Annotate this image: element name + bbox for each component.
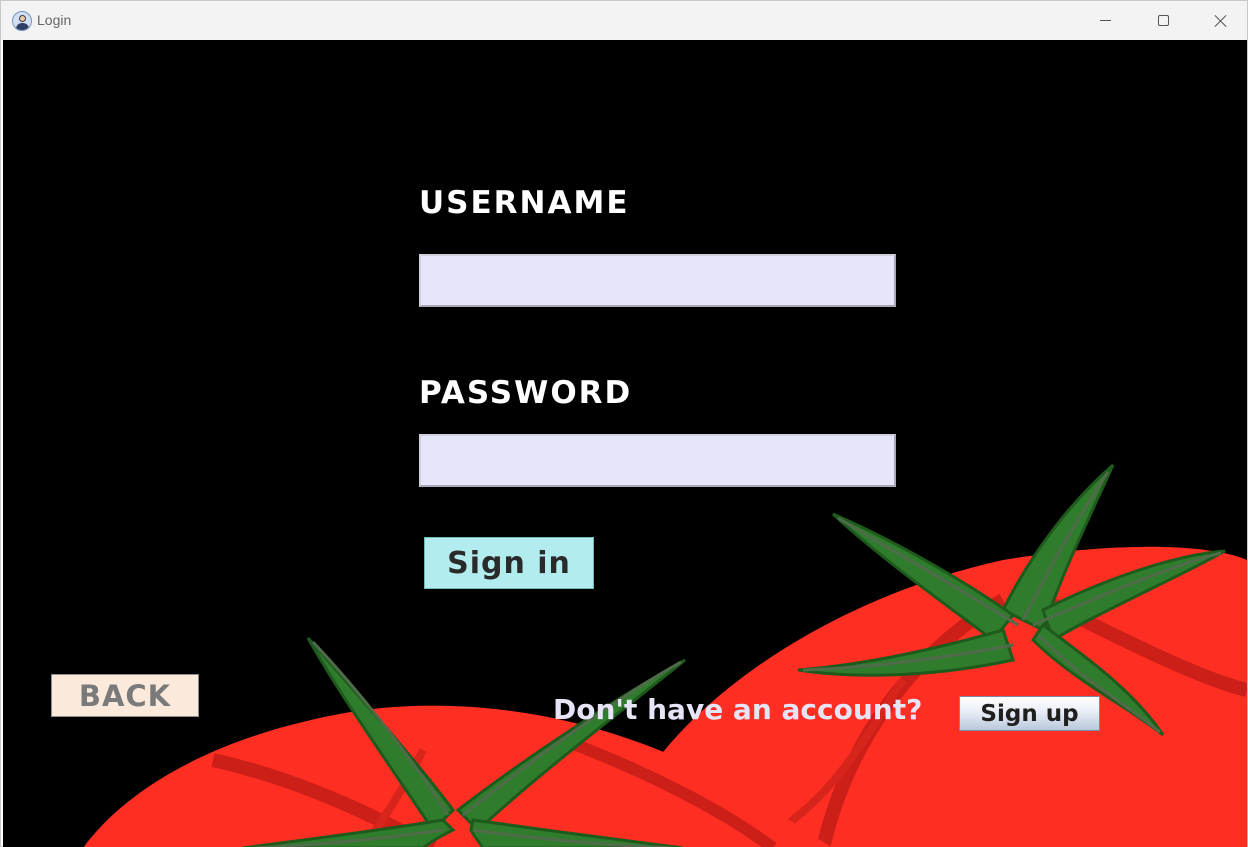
- maximize-button[interactable]: [1134, 1, 1192, 40]
- login-panel: USERNAME PASSWORD Sign in BACK Don't hav…: [3, 40, 1247, 847]
- maximize-icon: [1157, 15, 1169, 26]
- minimize-button[interactable]: [1076, 1, 1134, 40]
- minimize-icon: [1099, 20, 1111, 21]
- username-input[interactable]: [419, 254, 896, 307]
- close-button[interactable]: [1192, 1, 1248, 40]
- title-bar[interactable]: Login: [1, 1, 1247, 40]
- username-label: USERNAME: [419, 185, 630, 221]
- password-label: PASSWORD: [419, 375, 633, 411]
- close-icon: [1214, 14, 1228, 28]
- sign-in-button[interactable]: Sign in: [424, 537, 594, 589]
- window-title: Login: [37, 12, 72, 28]
- password-input[interactable]: [419, 434, 896, 487]
- login-window: Login USERNAME PASSWORD Sign in BACK Don…: [0, 0, 1248, 847]
- no-account-prompt: Don't have an account?: [553, 693, 923, 726]
- user-avatar-icon: [12, 11, 32, 31]
- sign-up-button[interactable]: Sign up: [959, 696, 1100, 731]
- back-button[interactable]: BACK: [51, 674, 199, 717]
